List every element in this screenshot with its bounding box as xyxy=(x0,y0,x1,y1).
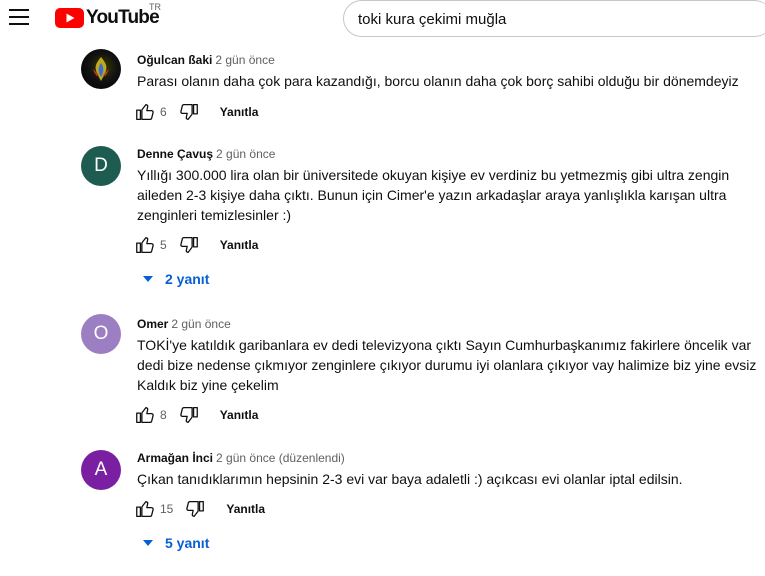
caret-down-icon xyxy=(143,540,153,546)
reply-button[interactable]: Yanıtla xyxy=(220,105,259,119)
avatar[interactable] xyxy=(81,49,121,89)
replies-label: 5 yanıt xyxy=(165,535,210,551)
avatar-letter: O xyxy=(93,323,109,344)
comment-time[interactable]: 2 gün önce xyxy=(171,317,230,331)
avatar-letter: A xyxy=(94,459,108,480)
hamburger-icon-line xyxy=(9,9,29,11)
hamburger-icon-line xyxy=(9,23,29,25)
caret-down-icon xyxy=(143,276,153,282)
like-icon[interactable] xyxy=(134,404,156,426)
avatar[interactable]: O xyxy=(81,314,121,354)
like-icon[interactable] xyxy=(134,101,156,123)
view-replies-button[interactable]: 5 yanıt xyxy=(143,533,209,553)
comment-author[interactable]: Denne Çavuş xyxy=(137,147,213,161)
avatar-letter: D xyxy=(94,155,108,176)
dislike-icon[interactable] xyxy=(178,101,200,123)
like-icon[interactable] xyxy=(134,234,156,256)
phoenix-logo-avatar xyxy=(93,57,109,81)
comment-time[interactable]: 2 gün önce xyxy=(215,53,274,67)
avatar[interactable]: D xyxy=(81,146,121,186)
reply-button[interactable]: Yanıtla xyxy=(220,238,259,252)
comment-header: Oğulcan ßaki 2 gün önce xyxy=(137,53,275,67)
reply-button[interactable]: Yanıtla xyxy=(220,408,259,422)
comment-header: Armağan İnci 2 gün önce (düzenlendi) xyxy=(137,451,345,465)
comment-author[interactable]: Oğulcan ßaki xyxy=(137,53,212,67)
comment-actions: 5 Yanıtla xyxy=(134,234,258,256)
dislike-icon[interactable] xyxy=(178,404,200,426)
menu-button[interactable] xyxy=(9,9,29,27)
like-count: 8 xyxy=(160,408,167,422)
view-replies-button[interactable]: 2 yanıt xyxy=(143,269,209,289)
comment-actions: 6 Yanıtla xyxy=(134,101,258,123)
comment-author[interactable]: Armağan İnci xyxy=(137,451,213,465)
comment-text: TOKİ'ye katıldık garibanlara ev dedi tel… xyxy=(137,337,757,393)
like-count: 15 xyxy=(160,502,174,516)
youtube-logo[interactable]: YouTube xyxy=(55,6,160,30)
like-icon[interactable] xyxy=(134,498,156,520)
comment-actions: 15 Yanıtla xyxy=(134,498,265,520)
like-count: 6 xyxy=(160,105,167,119)
logo-wordmark: YouTube xyxy=(86,7,160,28)
comment-author[interactable]: Omer xyxy=(137,317,168,331)
comment-text: Çıkan tanıdıklarımın hepsinin 2-3 evi va… xyxy=(137,471,683,487)
comment-text: Parası olanın daha çok para kazandığı, b… xyxy=(137,73,739,89)
search-box[interactable] xyxy=(343,0,765,37)
comment-actions: 8 Yanıtla xyxy=(134,404,258,426)
comment-text: Yıllığı 300.000 lira olan bir üniversite… xyxy=(137,167,730,223)
comment-header: Denne Çavuş 2 gün önce xyxy=(137,147,275,161)
comment-time[interactable]: 2 gün önce (düzenlendi) xyxy=(216,451,345,465)
avatar[interactable]: A xyxy=(81,450,121,490)
country-code: TR xyxy=(149,2,161,12)
comment-header: Omer 2 gün önce xyxy=(137,317,231,331)
dislike-icon[interactable] xyxy=(178,234,200,256)
hamburger-icon-line xyxy=(9,16,29,18)
dislike-icon[interactable] xyxy=(184,498,206,520)
search-input[interactable] xyxy=(358,9,758,29)
comment-time[interactable]: 2 gün önce xyxy=(216,147,275,161)
reply-button[interactable]: Yanıtla xyxy=(226,502,265,516)
like-count: 5 xyxy=(160,238,167,252)
replies-label: 2 yanıt xyxy=(165,271,210,287)
masthead: YouTube TR xyxy=(0,0,765,37)
youtube-play-icon xyxy=(55,8,84,28)
